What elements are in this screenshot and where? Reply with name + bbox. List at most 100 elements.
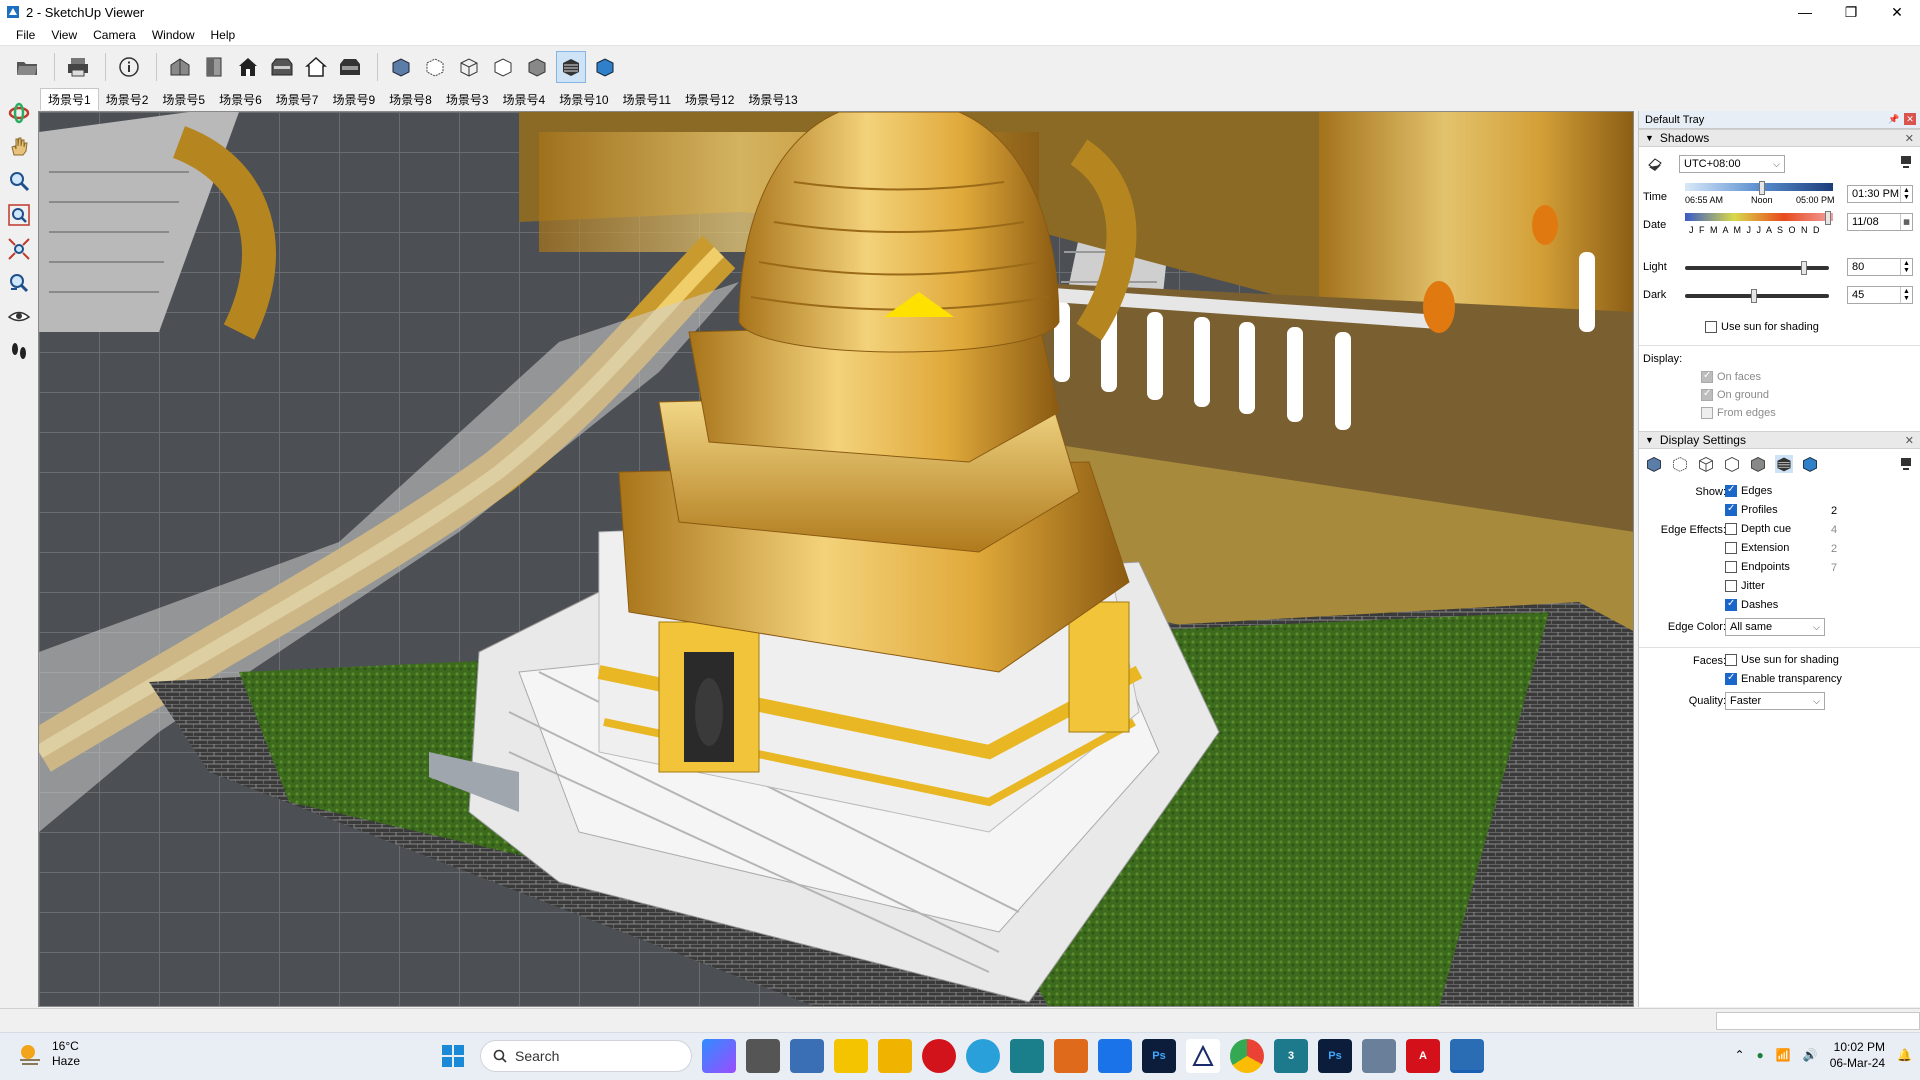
view-back-button[interactable] [301, 51, 331, 83]
menu-window[interactable]: Window [144, 28, 203, 42]
scene-tab-11[interactable]: 场景号11 [616, 88, 678, 110]
date-slider[interactable] [1685, 213, 1833, 221]
zoom-tool[interactable] [4, 166, 34, 196]
file-explorer-icon[interactable] [878, 1039, 912, 1073]
menu-view[interactable]: View [43, 28, 85, 42]
view-top-button[interactable] [199, 51, 229, 83]
tools-icon[interactable] [1098, 1039, 1132, 1073]
photoshop-icon[interactable]: Ps [1142, 1039, 1176, 1073]
close-button[interactable]: ✕ [1874, 0, 1920, 24]
time-slider-thumb[interactable] [1759, 181, 1765, 195]
view-right-button[interactable] [267, 51, 297, 83]
date-slider-thumb[interactable] [1825, 211, 1831, 225]
endpoints-checkbox[interactable]: Endpoints [1725, 561, 1790, 574]
calculator-icon[interactable] [790, 1039, 824, 1073]
scene-tab-13[interactable]: 场景号13 [741, 88, 804, 110]
date-input[interactable]: 11/08 ▦ [1847, 213, 1913, 231]
faces-use-sun-checkbox[interactable]: Use sun for shading [1725, 654, 1839, 667]
profiles-checkbox[interactable]: Profiles [1725, 503, 1778, 517]
g-app-icon[interactable] [1054, 1039, 1088, 1073]
pan-tool[interactable] [4, 132, 34, 162]
xray-style-icon[interactable] [1645, 455, 1663, 473]
app-3-icon[interactable]: 3 [1274, 1039, 1308, 1073]
shadows-close-icon[interactable]: ✕ [1905, 132, 1914, 145]
details-toggle-icon[interactable] [1900, 155, 1912, 169]
dark-slider-thumb[interactable] [1751, 289, 1757, 303]
scene-tab-4[interactable]: 场景号4 [496, 88, 553, 110]
monochrome-style-icon[interactable] [1801, 455, 1819, 473]
model-viewport[interactable] [38, 111, 1634, 1007]
use-sun-checkbox[interactable]: Use sun for shading [1705, 321, 1819, 334]
scene-tab-8[interactable]: 场景号8 [382, 88, 439, 110]
wifi-icon[interactable]: 📶 [1776, 1048, 1791, 1062]
measurements-box[interactable] [1716, 1012, 1920, 1030]
textured-style-icon[interactable] [1775, 455, 1793, 473]
menu-file[interactable]: File [8, 28, 43, 42]
maximize-button[interactable]: ❐ [1828, 0, 1874, 24]
light-input[interactable]: 80 ▲ ▼ [1847, 258, 1913, 276]
minimize-button[interactable]: — [1782, 0, 1828, 24]
view-iso-button[interactable] [165, 51, 195, 83]
wireframe-style-icon[interactable] [1697, 455, 1715, 473]
timezone-select[interactable]: UTC+08:00 ⌵ [1679, 155, 1785, 173]
view-front-button[interactable] [233, 51, 263, 83]
dark-input[interactable]: 45 ▲ ▼ [1847, 286, 1913, 304]
shaded-style-icon[interactable] [1749, 455, 1767, 473]
scene-tab-5[interactable]: 场景号5 [155, 88, 212, 110]
clock[interactable]: 10:02 PM 06-Mar-24 [1830, 1039, 1885, 1071]
sketchup-taskbar-icon[interactable] [1450, 1039, 1484, 1073]
model-info-button[interactable] [114, 51, 144, 83]
spinner-arrows-icon[interactable]: ▲ ▼ [1900, 287, 1912, 303]
position-camera-tool[interactable] [4, 268, 34, 298]
endpoints-value[interactable]: 7 [1831, 562, 1837, 574]
dashes-checkbox[interactable]: Dashes [1725, 598, 1778, 612]
zoom-extents-tool[interactable] [4, 234, 34, 264]
shadows-panel-header[interactable]: ▼ Shadows ✕ [1639, 129, 1920, 147]
backedges-style-icon[interactable] [1671, 455, 1689, 473]
depth-cue-value[interactable]: 4 [1831, 524, 1837, 536]
time-input[interactable]: 01:30 PM ▲ ▼ [1847, 185, 1913, 203]
light-slider[interactable] [1685, 266, 1829, 270]
weather-widget[interactable]: 16°C Haze [16, 1039, 80, 1069]
depth-cue-checkbox[interactable]: Depth cue [1725, 523, 1791, 536]
quality-select[interactable]: Faster ⌵ [1725, 692, 1825, 710]
start-button[interactable] [436, 1039, 470, 1073]
task-view-icon[interactable] [746, 1039, 780, 1073]
menu-camera[interactable]: Camera [85, 28, 144, 42]
spinner-arrows-icon[interactable]: ▲ ▼ [1900, 186, 1912, 202]
copilot-icon[interactable] [702, 1039, 736, 1073]
edges-checkbox[interactable]: Edges [1725, 484, 1772, 498]
on-ground-checkbox[interactable]: On ground [1701, 388, 1769, 402]
scene-tab-3[interactable]: 场景号3 [439, 88, 496, 110]
scene-tab-12[interactable]: 场景号12 [678, 88, 741, 110]
sticky-notes-icon[interactable] [834, 1039, 868, 1073]
monochrome-style-button[interactable] [590, 51, 620, 83]
menu-help[interactable]: Help [203, 28, 244, 42]
calendar-icon[interactable]: ▦ [1900, 214, 1912, 230]
on-faces-checkbox[interactable]: On faces [1701, 370, 1761, 384]
orbit-tool[interactable] [4, 98, 34, 128]
from-edges-checkbox[interactable]: From edges [1701, 407, 1776, 420]
taskbar-search[interactable]: Search [480, 1040, 692, 1072]
opera-icon[interactable] [922, 1039, 956, 1073]
scene-tab-9[interactable]: 场景号9 [325, 88, 382, 110]
backedges-style-button[interactable] [420, 51, 450, 83]
print-button[interactable] [63, 51, 93, 83]
look-around-tool[interactable] [4, 302, 34, 332]
profiles-width[interactable]: 2 [1831, 505, 1837, 517]
shadow-toggle-icon[interactable] [1647, 155, 1663, 171]
autodesk-icon[interactable] [1186, 1039, 1220, 1073]
scene-tab-2[interactable]: 场景号2 [99, 88, 156, 110]
chrome-icon[interactable] [1230, 1039, 1264, 1073]
spinner-arrows-icon[interactable]: ▲ ▼ [1900, 259, 1912, 275]
open-file-button[interactable] [12, 51, 42, 83]
scene-tab-1[interactable]: 场景号1 [40, 88, 99, 110]
wireframe-style-button[interactable] [454, 51, 484, 83]
details-toggle-icon[interactable] [1900, 457, 1912, 471]
light-slider-thumb[interactable] [1801, 261, 1807, 275]
scene-tab-6[interactable]: 场景号6 [212, 88, 269, 110]
zoom-window-tool[interactable] [4, 200, 34, 230]
extension-value[interactable]: 2 [1831, 543, 1837, 555]
xray-style-button[interactable] [386, 51, 416, 83]
notification-bell-icon[interactable]: 🔔 [1897, 1048, 1912, 1062]
